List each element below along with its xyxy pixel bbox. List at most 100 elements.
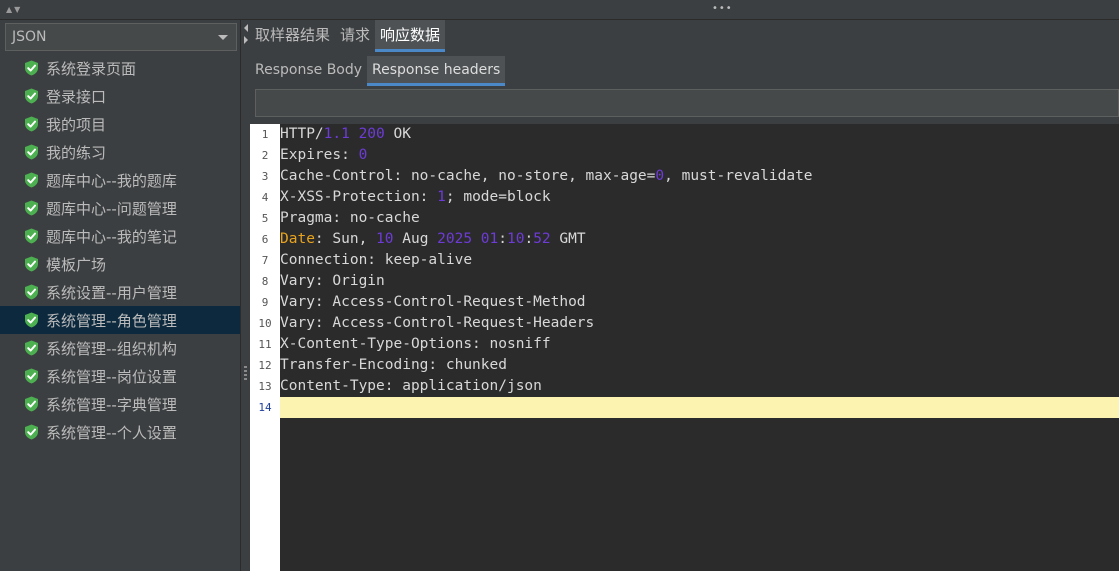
shield-check-icon	[24, 88, 39, 104]
tree-item-label: 系统管理--组织机构	[46, 339, 177, 358]
top-toolbar-strip: ▲▼ •••	[0, 0, 1119, 20]
line-number: 8	[261, 275, 269, 288]
panel-splitter[interactable]	[240, 20, 250, 571]
tree-item-label: 系统登录页面	[46, 59, 137, 78]
code-token: Transfer-Encoding: chunked	[280, 357, 507, 373]
tree-item[interactable]: 系统管理--组织机构	[0, 334, 240, 362]
tree-item-label: 我的项目	[46, 115, 107, 134]
tab-0[interactable]: 取样器结果	[250, 20, 335, 52]
line-number: 13	[258, 380, 272, 393]
tree-item[interactable]: 系统管理--岗位设置	[0, 362, 240, 390]
code-token: 52	[533, 231, 551, 247]
tree-item[interactable]: 题库中心--我的题库	[0, 166, 240, 194]
tree-item-label: 系统管理--角色管理	[46, 311, 177, 330]
line-number: 7	[261, 254, 269, 267]
line-number: 5	[261, 212, 269, 225]
search-input[interactable]	[255, 89, 1119, 117]
shield-check-icon	[24, 200, 39, 216]
code-line: Cache-Control: no-cache, no-store, max-a…	[280, 166, 1119, 187]
drag-handle-icon[interactable]	[244, 366, 247, 380]
tree-item-label: 题库中心--问题管理	[46, 199, 177, 218]
line-number: 12	[258, 359, 272, 372]
line-number: 14	[258, 401, 272, 414]
current-line	[280, 397, 1119, 418]
code-area[interactable]: HTTP/1.1 200 OK Expires: 0 Cache-Control: …	[280, 124, 1119, 571]
line-number: 1	[261, 128, 269, 141]
main-panel: 取样器结果 请求 响应数据 Response Body Response header…	[250, 20, 1119, 571]
line-number: 9	[261, 296, 269, 309]
tree-item-label: 系统设置--用户管理	[46, 283, 177, 302]
code-token: GMT	[550, 231, 586, 247]
collapse-left-icon[interactable]	[244, 24, 248, 32]
code-token: ; mode=block	[445, 189, 551, 205]
tab-1[interactable]: 请求	[335, 20, 375, 52]
result-tree: 系统登录页面 登录接口我的项目我的练习题库中心--我的题库 题库中心--问题管理题库…	[0, 54, 240, 446]
code-line: Connection: keep-alive	[280, 250, 1119, 271]
code-token: :	[524, 231, 534, 247]
code-token: : Sun,	[314, 231, 377, 247]
code-token: , must-revalidate	[664, 168, 813, 184]
code-line: Pragma: no-cache	[280, 208, 1119, 229]
code-token: 10	[507, 231, 525, 247]
shield-check-icon	[24, 256, 39, 272]
line-number: 6	[261, 233, 269, 246]
code-line: HTTP/1.1 200 OK	[280, 124, 1119, 145]
tree-item[interactable]: 题库中心--问题管理	[0, 194, 240, 222]
line-number-gutter: 1 2 3 4 5 6 7 8 9 10 11 12 13 14	[250, 124, 280, 571]
headers-editor[interactable]: 1 2 3 4 5 6 7 8 9 10 11 12 13 14 HTTP/1.1 200 OK Expir…	[250, 124, 1119, 571]
tree-item[interactable]: 系统登录页面	[0, 54, 240, 82]
tree-item[interactable]: 登录接口	[0, 82, 240, 110]
line-number: 3	[261, 170, 269, 183]
collapse-arrows-icon[interactable]: ▲▼	[6, 6, 22, 14]
tree-item-label: 系统管理--字典管理	[46, 395, 177, 414]
result-tabs: 取样器结果 请求 响应数据	[250, 20, 446, 52]
subtab-response-body[interactable]: Response Body	[250, 56, 367, 86]
shield-check-icon	[24, 228, 39, 244]
code-token: HTTP	[280, 126, 315, 142]
code-token: Aug	[393, 231, 438, 247]
tree-item[interactable]: 系统管理--角色管理	[0, 306, 240, 334]
expand-right-icon[interactable]	[244, 36, 248, 44]
code-token: Expires	[280, 147, 342, 163]
renderer-select[interactable]: JSON	[5, 23, 237, 51]
code-token: OK	[384, 126, 411, 142]
tree-item-label: 登录接口	[46, 87, 107, 106]
tree-item-label: 系统管理--岗位设置	[46, 367, 177, 386]
tab-2[interactable]: 响应数据	[375, 20, 446, 52]
subtab-response-headers[interactable]: Response headers	[367, 56, 506, 86]
tree-item[interactable]: 系统设置--用户管理	[0, 278, 240, 306]
shield-check-icon	[24, 284, 39, 300]
line-number: 4	[261, 191, 269, 204]
chevron-down-icon	[218, 35, 228, 40]
code-line: X-XSS-Protection: 1; mode=block	[280, 187, 1119, 208]
shield-check-icon	[24, 340, 39, 356]
code-token: Vary: Access-Control-Request-Method	[280, 294, 586, 310]
code-token: 2025 01	[437, 231, 499, 247]
code-token: Vary: Access-Control-Request-Headers	[280, 315, 595, 331]
code-token: 0	[358, 147, 368, 163]
shield-check-icon	[24, 116, 39, 132]
code-line: Content-Type: application/json	[280, 376, 1119, 397]
shield-check-icon	[24, 368, 39, 384]
tree-item[interactable]: 我的练习	[0, 138, 240, 166]
code-token: 10	[376, 231, 394, 247]
code-line: Vary: Origin	[280, 271, 1119, 292]
tree-item[interactable]: 系统管理--字典管理	[0, 390, 240, 418]
tree-item[interactable]: 我的项目	[0, 110, 240, 138]
shield-check-icon	[24, 144, 39, 160]
code-line: Expires: 0	[280, 145, 1119, 166]
tree-item-label: 题库中心--我的题库	[46, 171, 177, 190]
tree-item[interactable]: 题库中心--我的笔记	[0, 222, 240, 250]
shield-check-icon	[24, 424, 39, 440]
code-line: Vary: Access-Control-Request-Method	[280, 292, 1119, 313]
tree-item[interactable]: 系统管理--个人设置	[0, 418, 240, 446]
code-line: Date: Sun, 10 Aug 2025 01:10:52 GMT	[280, 229, 1119, 250]
code-line: X-Content-Type-Options: nosniff	[280, 334, 1119, 355]
tree-item[interactable]: 模板广场	[0, 250, 240, 278]
shield-check-icon	[24, 172, 39, 188]
renderer-select-value: JSON	[12, 29, 47, 45]
splitter-grip-icon[interactable]: •••	[712, 4, 733, 14]
code-token: Date	[280, 231, 315, 247]
code-token: 1	[437, 189, 446, 205]
code-token: 1.1 200	[323, 126, 385, 142]
